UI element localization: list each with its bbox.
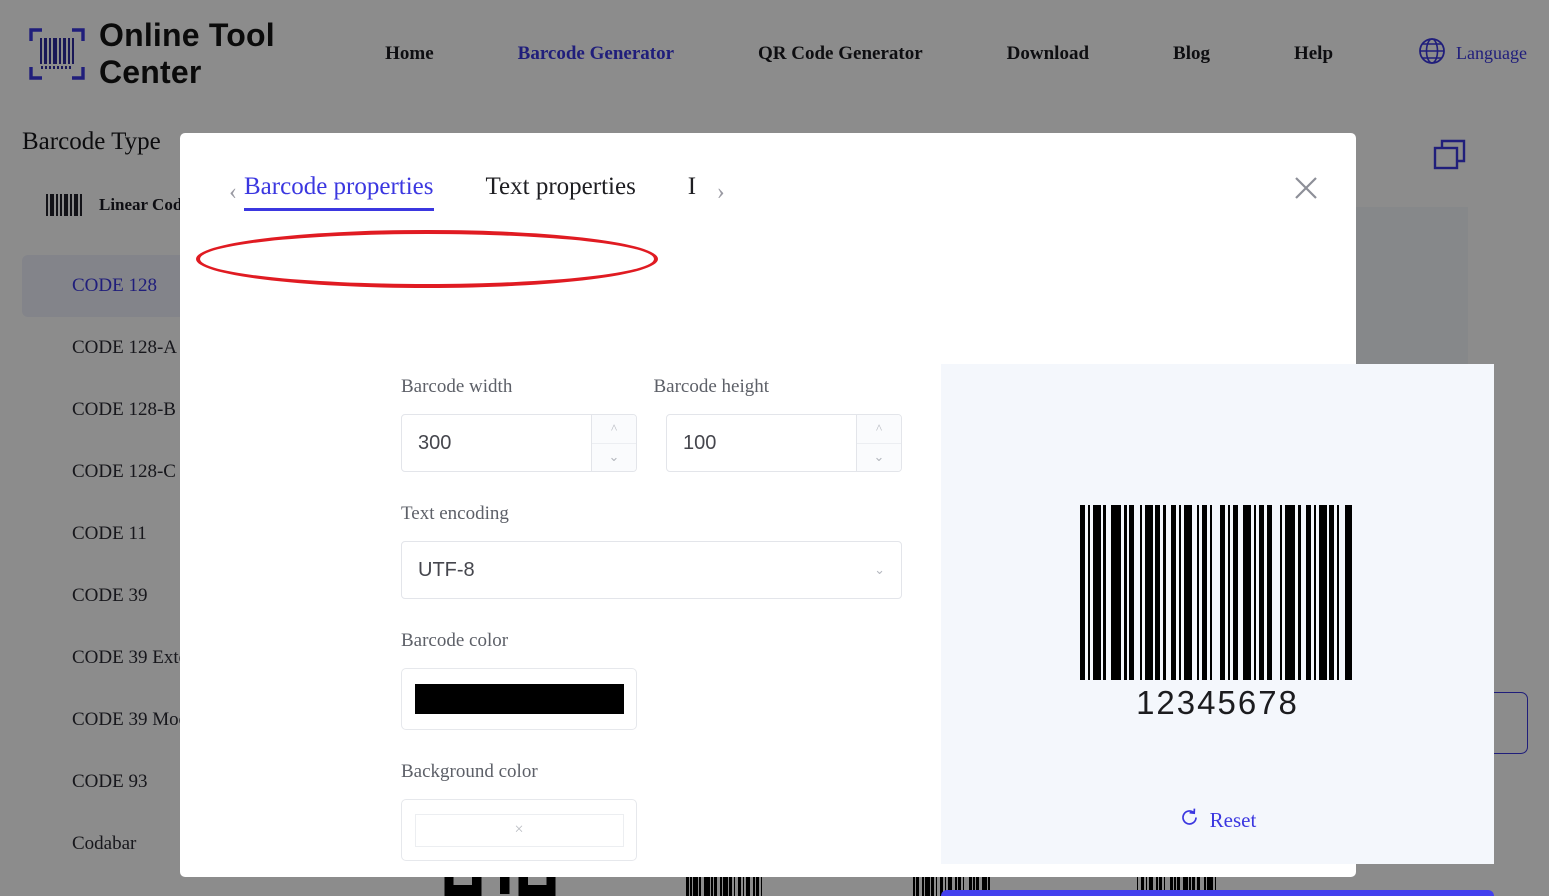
height-decrement-icon[interactable]: ⌄ xyxy=(857,443,901,471)
chevron-left-icon[interactable]: ‹ xyxy=(222,179,244,206)
refresh-icon xyxy=(1179,807,1200,834)
text-encoding-select[interactable]: UTF-8 ⌄ xyxy=(401,541,902,599)
modal-tabs: ‹ Barcode properties Text properties I › xyxy=(222,173,732,211)
barcode-height-input[interactable]: 100 ^ ⌄ xyxy=(666,414,902,472)
size-labels-row: Barcode width Barcode height xyxy=(401,376,906,414)
barcode-color-swatch xyxy=(414,684,624,714)
height-increment-icon[interactable]: ^ xyxy=(857,415,901,444)
barcode-preview-text: 12345678 xyxy=(1136,684,1299,721)
barcode-preview-panel: 12345678 Reset xyxy=(941,364,1494,864)
download-button[interactable]: Download xyxy=(941,890,1494,896)
tab-text-properties[interactable]: Text properties xyxy=(486,173,636,211)
chevron-down-icon: ⌄ xyxy=(874,562,885,577)
barcode-properties-modal: ‹ Barcode properties Text properties I ›… xyxy=(180,133,1494,896)
text-encoding-label: Text encoding xyxy=(401,503,509,524)
text-encoding-value: UTF-8 xyxy=(418,558,475,581)
reset-label: Reset xyxy=(1209,808,1257,832)
tab-barcode-properties[interactable]: Barcode properties xyxy=(244,173,434,211)
width-increment-icon[interactable]: ^ xyxy=(592,415,636,444)
tab-partial[interactable]: I xyxy=(688,173,700,211)
barcode-width-input[interactable]: 300 ^ ⌄ xyxy=(401,414,637,472)
barcode-color-picker[interactable] xyxy=(401,668,637,730)
width-decrement-icon[interactable]: ⌄ xyxy=(592,443,636,471)
chevron-right-icon[interactable]: › xyxy=(710,179,732,206)
barcode-width-value: 300 xyxy=(418,431,452,454)
close-icon[interactable] xyxy=(1293,175,1319,201)
barcode-properties-form: Barcode width Barcode height 300 ^ ⌄ 100… xyxy=(401,376,906,861)
reset-button[interactable]: Reset xyxy=(1179,807,1257,834)
background-color-empty-mark: × xyxy=(414,813,624,847)
size-inputs-row: 300 ^ ⌄ 100 ^ ⌄ xyxy=(401,414,906,472)
barcode-width-stepper: ^ ⌄ xyxy=(591,415,636,471)
barcode-color-label: Barcode color xyxy=(401,630,509,651)
app-root: Online Tool Center Home Barcode Generato… xyxy=(0,0,1549,896)
barcode-height-value: 100 xyxy=(683,431,717,454)
background-color-picker[interactable]: × xyxy=(401,799,637,861)
barcode-height-stepper: ^ ⌄ xyxy=(856,415,901,471)
barcode-height-label: Barcode height xyxy=(653,376,770,397)
background-color-label: Background color xyxy=(401,761,538,782)
barcode-width-label: Barcode width xyxy=(401,376,513,397)
barcode-preview-image xyxy=(1079,505,1355,680)
